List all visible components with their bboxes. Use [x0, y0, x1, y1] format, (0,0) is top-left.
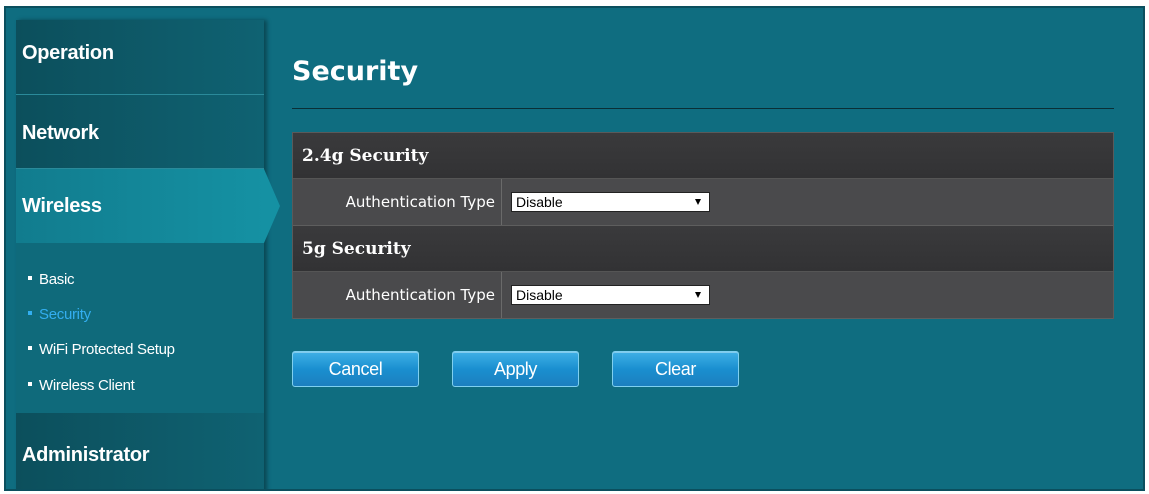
subnav-item-wifi-protected-setup[interactable]: WiFi Protected Setup: [28, 341, 175, 358]
auth-type-label: Authentication Type: [293, 179, 502, 225]
dropdown-arrow-icon: [695, 292, 701, 298]
subnav-item-security[interactable]: Security: [28, 306, 91, 323]
subnav-item-label: Wireless Client: [39, 377, 135, 394]
section-header-label: 5g Security: [302, 239, 411, 259]
nav-section-administrator[interactable]: Administrator: [16, 413, 264, 489]
subnav-item-basic[interactable]: Basic: [28, 271, 74, 288]
active-section-arrow-icon: [264, 169, 280, 243]
nav-section-network[interactable]: Network: [16, 95, 264, 169]
auth-type-row-2-4g: Authentication Type Disable: [293, 179, 1113, 226]
subnav-item-label: Security: [39, 306, 91, 323]
bullet-icon: [28, 346, 32, 351]
nav-section-label: Network: [22, 122, 99, 144]
auth-type-row-5g: Authentication Type Disable: [293, 272, 1113, 319]
auth-type-select-2-4g[interactable]: Disable: [511, 192, 710, 212]
nav-section-label: Wireless: [22, 195, 102, 217]
subnav-item-wireless-client[interactable]: Wireless Client: [28, 377, 135, 394]
section-header-label: 2.4g Security: [302, 146, 429, 166]
security-settings-table: 2.4g Security Authentication Type Disabl…: [292, 132, 1114, 319]
title-divider: [292, 108, 1114, 109]
bullet-icon: [28, 311, 32, 316]
nav-section-wireless[interactable]: Wireless: [16, 169, 280, 243]
page-title: Security: [292, 56, 419, 87]
nav-section-operation[interactable]: Operation: [16, 20, 264, 95]
section-header-5g: 5g Security: [293, 226, 1113, 272]
bullet-icon: [28, 382, 32, 387]
auth-type-label: Authentication Type: [293, 272, 502, 318]
router-admin-window: Operation Network Wireless Basic Securit…: [4, 6, 1145, 491]
dropdown-arrow-icon: [695, 199, 701, 205]
apply-button[interactable]: Apply: [452, 351, 579, 387]
sidebar-nav: Operation Network Wireless Basic Securit…: [16, 20, 280, 489]
section-header-2-4g: 2.4g Security: [293, 133, 1113, 179]
nav-section-label: Operation: [22, 42, 114, 64]
subnav-item-label: WiFi Protected Setup: [39, 341, 175, 358]
select-value: Disable: [516, 287, 563, 303]
auth-type-select-5g[interactable]: Disable: [511, 285, 710, 305]
wireless-subnav: Basic Security WiFi Protected Setup Wire…: [16, 243, 264, 414]
bullet-icon: [28, 276, 32, 281]
select-value: Disable: [516, 194, 563, 210]
clear-button[interactable]: Clear: [612, 351, 739, 387]
nav-section-label: Administrator: [22, 444, 150, 466]
cancel-button[interactable]: Cancel: [292, 351, 419, 387]
subnav-item-label: Basic: [39, 271, 75, 288]
